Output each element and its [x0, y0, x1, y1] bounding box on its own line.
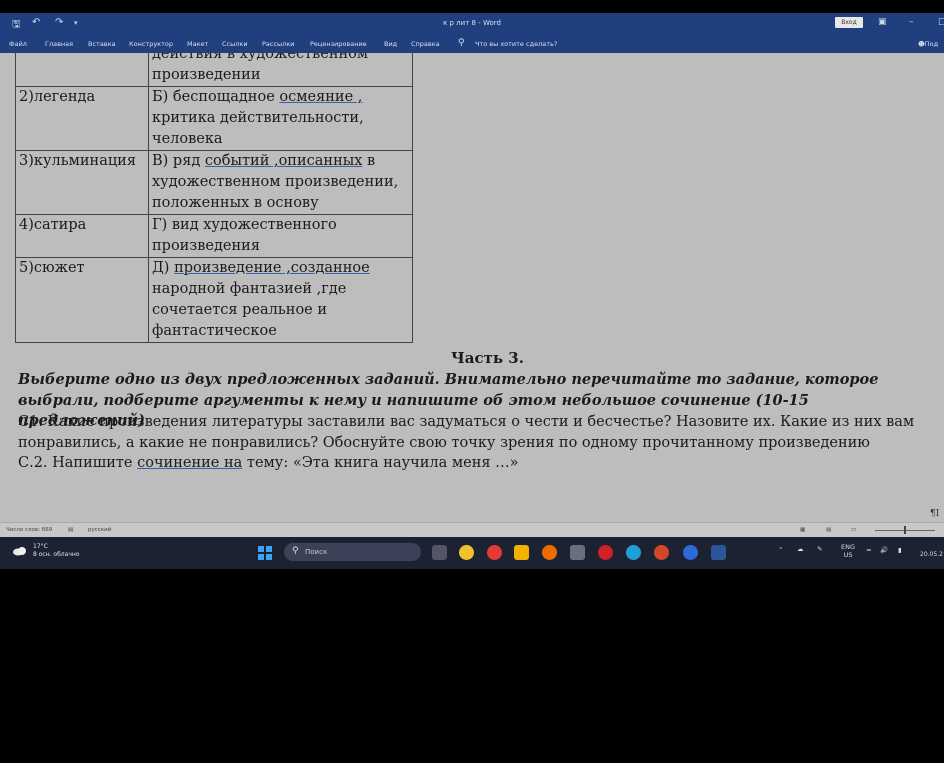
proofing-icon[interactable]: ▤	[68, 527, 73, 533]
opera-icon[interactable]	[598, 545, 613, 560]
tab-insert[interactable]: Вставка	[88, 40, 116, 48]
print-layout-icon[interactable]: ▤	[826, 527, 831, 533]
signin-button[interactable]: Вход	[835, 17, 863, 28]
c2-text: тему: «Эта книга научила меня …»	[242, 455, 519, 471]
input-language[interactable]: ENG US	[841, 543, 855, 559]
table-row: 2)легенда Б) беспощадное осмеяние , крит…	[15, 86, 413, 151]
screen: 🖫 ↶ ↷ ▾ к р лит 8 - Word Вход ▣ – □ Файл…	[0, 0, 944, 569]
table-cell-definition[interactable]: Г) вид художественного произведения	[148, 214, 413, 258]
edge-icon[interactable]	[626, 545, 641, 560]
yandex-icon[interactable]	[487, 545, 502, 560]
start-button[interactable]	[258, 546, 272, 560]
table-cell-definition[interactable]: действия в художественном произведении	[148, 53, 413, 87]
zoom-slider-knob[interactable]	[904, 526, 906, 534]
text-cursor-icon: ¶I	[930, 509, 940, 519]
weather-text: 17°C 8 осн. облачно	[33, 543, 113, 559]
taskbar-search[interactable]: ⚲ Поиск	[284, 543, 421, 561]
tab-view[interactable]: Вид	[384, 40, 397, 48]
title-bar: 🖫 ↶ ↷ ▾ к р лит 8 - Word Вход ▣ – □	[0, 13, 944, 34]
wifi-icon[interactable]: ≈	[866, 546, 871, 554]
search-icon: ⚲	[292, 546, 299, 556]
definition-text: В) ряд	[152, 153, 205, 169]
definition-text: критика действительности, человека	[152, 110, 364, 147]
taskbar: 17°C 8 осн. облачно ⚲ Поиск ⌃ ☁ ✎ ENG US …	[0, 537, 944, 569]
table-cell-definition[interactable]: Д) произведение ,созданное народной фант…	[148, 257, 413, 343]
window-title: к р лит 8 - Word	[443, 19, 501, 27]
table-row: 4)сатира Г) вид художественного произвед…	[15, 214, 413, 258]
table-row: 5)сюжет Д) произведение ,созданное народ…	[15, 257, 413, 343]
tab-help[interactable]: Справка	[411, 40, 440, 48]
underlined-text: произведение ,созданное	[174, 260, 370, 276]
tab-layout[interactable]: Макет	[187, 40, 208, 48]
word-icon[interactable]	[711, 545, 726, 560]
document-page[interactable]: действия в художественном произведении 2…	[0, 53, 944, 522]
table-row: действия в художественном произведении	[15, 53, 413, 87]
minimize-button[interactable]: –	[909, 17, 914, 27]
task-c1: С1. Какие произведения литературы застав…	[18, 414, 915, 451]
table-cell-term[interactable]	[15, 53, 149, 87]
file-explorer-icon[interactable]	[514, 545, 529, 560]
pen-icon[interactable]: ✎	[817, 545, 822, 553]
yandex-browser-icon[interactable]	[459, 545, 474, 560]
onedrive-icon[interactable]: ☁	[797, 545, 804, 553]
tab-home[interactable]: Главная	[45, 40, 73, 48]
underlined-text: событий ,описанных	[204, 153, 363, 169]
task-c2: С.2. Напишите сочинение на тему: «Эта кн…	[18, 453, 933, 474]
c2-text: С.2. Напишите	[18, 455, 138, 471]
search-placeholder: Поиск	[305, 548, 328, 556]
definition-text: народной фантазией ,где сочетается реаль…	[152, 281, 347, 339]
temperature: 17°C	[33, 543, 48, 550]
table-cell-definition[interactable]: В) ряд событий ,описанных в художественн…	[148, 150, 413, 215]
web-layout-icon[interactable]: ▭	[851, 527, 856, 533]
table-cell-term[interactable]: 2)легенда	[15, 86, 149, 151]
task-view-icon[interactable]	[432, 545, 447, 560]
weather-description: 8 осн. облачно	[33, 551, 80, 558]
ribbon-display-icon[interactable]: ▣	[878, 17, 887, 27]
status-bar: Число слов: 669 ▤ русский ▦ ▤ ▭	[0, 522, 944, 538]
language-indicator[interactable]: русский	[88, 527, 111, 533]
table-cell-term[interactable]: 5)сюжет	[15, 257, 149, 343]
word-count[interactable]: Число слов: 669	[6, 527, 52, 533]
share-button[interactable]: ☻Под	[918, 40, 938, 48]
terms-table: действия в художественном произведении 2…	[15, 53, 413, 343]
document-area[interactable]: действия в художественном произведении 2…	[0, 53, 944, 522]
clock-date[interactable]: 20.05.2	[920, 551, 943, 558]
table-cell-term[interactable]: 4)сатира	[15, 214, 149, 258]
top-black-border	[0, 0, 944, 13]
lang-bottom: US	[843, 551, 853, 559]
battery-icon[interactable]: ▮	[898, 546, 902, 554]
tab-design[interactable]: Конструктор	[129, 40, 173, 48]
table-cell-definition[interactable]: Б) беспощадное осмеяние , критика действ…	[148, 86, 413, 151]
volume-icon[interactable]: 🔊	[880, 546, 888, 554]
ribbon-tabs: Файл Главная Вставка Конструктор Макет С…	[0, 34, 944, 53]
definition-text: Д)	[152, 260, 175, 276]
tray-chevron-icon[interactable]: ⌃	[778, 546, 783, 554]
definition-text: Б) беспощадное	[152, 89, 280, 105]
tell-me-search[interactable]: Что вы хотите сделать?	[475, 40, 557, 48]
odnoklassniki-icon[interactable]	[542, 545, 557, 560]
powerpoint-icon[interactable]	[654, 545, 669, 560]
read-mode-icon[interactable]: ▦	[800, 527, 805, 533]
cloud-icon	[13, 547, 26, 556]
table-cell-term[interactable]: 3)кульминация	[15, 150, 149, 215]
part-title: Часть 3.	[451, 349, 524, 367]
tab-review[interactable]: Рецензирование	[310, 40, 367, 48]
lang-top: ENG	[841, 543, 856, 551]
underlined-text: сочинение на	[137, 455, 243, 471]
lightbulb-icon[interactable]: ⚲	[458, 38, 465, 48]
store-icon[interactable]	[570, 545, 585, 560]
table-row: 3)кульминация В) ряд событий ,описанных …	[15, 150, 413, 215]
tab-references[interactable]: Ссылки	[222, 40, 248, 48]
app-icon[interactable]	[683, 545, 698, 560]
share-label: Под	[924, 40, 939, 48]
tab-file[interactable]: Файл	[9, 40, 27, 48]
maximize-button[interactable]: □	[938, 17, 944, 27]
underlined-text: осмеяние ,	[279, 89, 363, 105]
tab-mailings[interactable]: Рассылки	[262, 40, 295, 48]
